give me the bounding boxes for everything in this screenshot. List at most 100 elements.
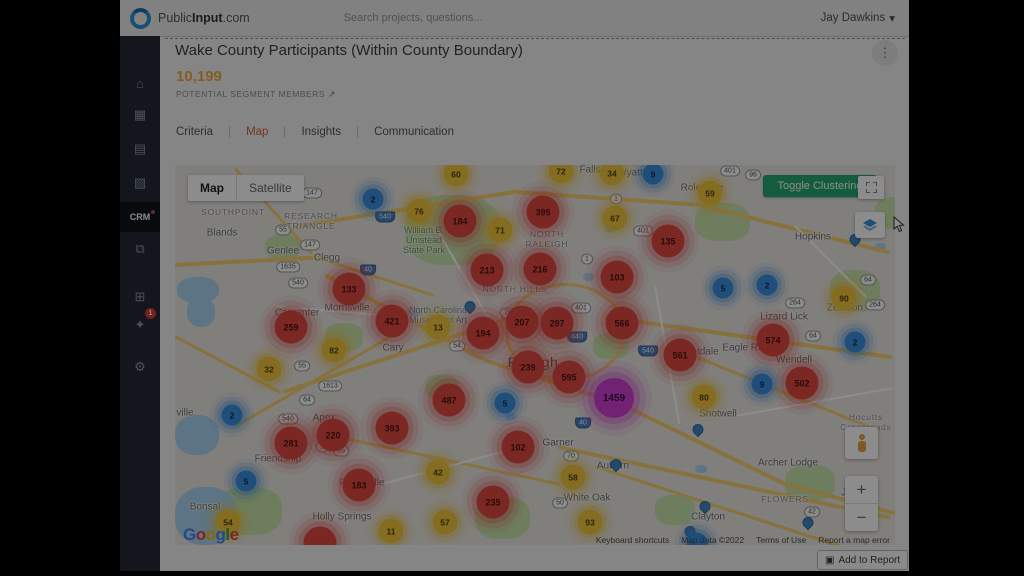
cluster-marker[interactable]: 82	[322, 338, 347, 363]
cluster-marker[interactable]: 72	[549, 165, 574, 184]
cluster-marker[interactable]: 487	[433, 384, 466, 417]
cluster-marker[interactable]: 90	[832, 286, 857, 311]
cluster-marker[interactable]: 32	[257, 357, 282, 382]
cluster-marker[interactable]: 194	[467, 317, 500, 350]
cluster-marker[interactable]: 1459	[594, 378, 634, 418]
google-logo[interactable]: Google	[183, 525, 239, 545]
road-shield: 96	[745, 170, 761, 181]
road-shield: 401	[633, 226, 653, 237]
cluster-marker[interactable]: 216	[524, 253, 557, 286]
pegman-button[interactable]	[845, 427, 878, 459]
map-type-map-button[interactable]: Map	[188, 175, 237, 201]
cluster-marker[interactable]: 220	[317, 419, 350, 452]
sidebar-item-calendar[interactable]: ▦	[120, 102, 160, 128]
sidebar-item-copy[interactable]: ⧉	[120, 236, 160, 262]
cluster-marker[interactable]: 2	[845, 332, 866, 353]
road-shield: 54	[449, 341, 465, 352]
zoom-in-button[interactable]: +	[845, 476, 878, 504]
layers-button[interactable]	[855, 212, 885, 238]
sidebar-item-settings[interactable]: ⚙	[120, 354, 160, 380]
cluster-marker[interactable]: 393	[376, 412, 409, 445]
sidebar-item-reports[interactable]: ▧	[120, 170, 160, 196]
road-shield: 147	[302, 188, 322, 199]
cluster-marker[interactable]: 93	[578, 510, 603, 535]
map-canvas[interactable]: Map Satellite Toggle Clustering + − Goog…	[175, 165, 895, 545]
cluster-marker[interactable]: 67	[603, 206, 628, 231]
map-type-satellite-button[interactable]: Satellite	[237, 175, 304, 201]
cluster-marker[interactable]: 595	[553, 361, 586, 394]
sidebar-item-home[interactable]: ⌂	[120, 70, 160, 96]
publicinput-logo-icon[interactable]	[130, 8, 151, 29]
cluster-marker[interactable]: 80	[692, 385, 717, 410]
cluster-marker[interactable]: 566	[606, 307, 639, 340]
cluster-marker[interactable]: 2	[222, 405, 243, 426]
cluster-marker[interactable]: 395	[527, 196, 560, 229]
cluster-marker[interactable]: 297	[541, 307, 574, 340]
report-icon: ▣	[825, 555, 834, 566]
cluster-marker[interactable]: 9	[643, 165, 664, 185]
cluster-marker[interactable]: 135	[652, 225, 685, 258]
cluster-marker[interactable]: 133	[333, 273, 366, 306]
more-options-button[interactable]: ⋮	[872, 40, 898, 66]
cluster-marker[interactable]: 207	[506, 306, 539, 339]
cluster-marker[interactable]: 5	[713, 278, 734, 299]
zoom-out-button[interactable]: −	[845, 504, 878, 531]
cluster-marker[interactable]: 235	[477, 486, 510, 519]
attribution-link[interactable]: Report a map error	[818, 535, 890, 545]
search-input[interactable]	[342, 11, 546, 25]
cluster-marker[interactable]: 5	[495, 393, 516, 414]
cluster-marker[interactable]: 184	[444, 205, 477, 238]
cluster-marker[interactable]: 34	[600, 165, 625, 186]
attribution-link[interactable]: Map data ©2022	[681, 535, 744, 545]
tab-communication[interactable]: Communication	[374, 126, 454, 138]
cluster-marker[interactable]: 2	[363, 189, 384, 210]
sidebar-item-news[interactable]: ⊞	[120, 284, 160, 310]
user-name: Jay Dawkins	[821, 12, 886, 24]
cluster-marker[interactable]: 13	[426, 315, 451, 340]
attribution-link[interactable]: Keyboard shortcuts	[596, 535, 669, 545]
cluster-marker[interactable]: 574	[757, 324, 790, 357]
tab-insights[interactable]: Insights	[301, 126, 341, 138]
cluster-marker[interactable]	[304, 527, 337, 546]
cluster-marker[interactable]: 60	[444, 165, 469, 187]
cluster-marker[interactable]: 42	[426, 460, 451, 485]
cluster-marker[interactable]: 5	[236, 471, 257, 492]
cluster-marker[interactable]: 11	[379, 519, 404, 544]
cluster-marker[interactable]: 102	[502, 431, 535, 464]
brand-wordmark[interactable]: PublicInput.com	[158, 11, 250, 25]
sidebar-item-crm[interactable]: CRM	[120, 202, 160, 232]
user-menu[interactable]: Jay Dawkins ▾	[821, 11, 895, 25]
cluster-marker[interactable]: 71	[488, 218, 513, 243]
cluster-marker[interactable]: 9	[752, 374, 773, 395]
cluster-marker[interactable]: 561	[664, 339, 697, 372]
tab-map[interactable]: Map	[246, 126, 268, 138]
water-area	[187, 297, 215, 327]
cluster-marker[interactable]: 213	[471, 254, 504, 287]
add-to-report-button[interactable]: ▣ Add to Report	[817, 550, 908, 570]
attribution-link[interactable]: Terms of Use	[756, 535, 806, 545]
cluster-marker[interactable]: 76	[407, 199, 432, 224]
road-shield: 264	[785, 298, 805, 309]
cluster-marker[interactable]: 103	[601, 261, 634, 294]
cluster-marker[interactable]: 239	[512, 351, 545, 384]
map-pin[interactable]	[690, 422, 706, 438]
tab-bar: Criteria Map Insights Communication	[176, 126, 454, 138]
cluster-marker[interactable]: 58	[561, 465, 586, 490]
cluster-marker[interactable]: 59	[698, 181, 723, 206]
road-shield: 64	[860, 275, 876, 286]
road-shield: 401	[720, 166, 740, 177]
cluster-marker[interactable]: 259	[275, 311, 308, 344]
external-link-icon[interactable]: ↗	[328, 89, 336, 99]
tab-criteria[interactable]: Criteria	[176, 126, 213, 138]
map-label: RESEARCH TRIANGLE	[275, 211, 347, 231]
cluster-marker[interactable]: 57	[433, 510, 458, 535]
cluster-marker[interactable]: 502	[786, 367, 819, 400]
cluster-marker[interactable]: 421	[376, 305, 409, 338]
cluster-marker[interactable]: 281	[275, 427, 308, 460]
fullscreen-button[interactable]	[858, 176, 884, 199]
cluster-marker[interactable]: 183	[343, 469, 376, 502]
cluster-marker[interactable]: 2	[757, 275, 778, 296]
map-label: William B. Umstead State Park	[396, 225, 452, 255]
sidebar-item-documents[interactable]: ▤	[120, 136, 160, 162]
sidebar-item-magic[interactable]: ✦1	[120, 312, 160, 338]
